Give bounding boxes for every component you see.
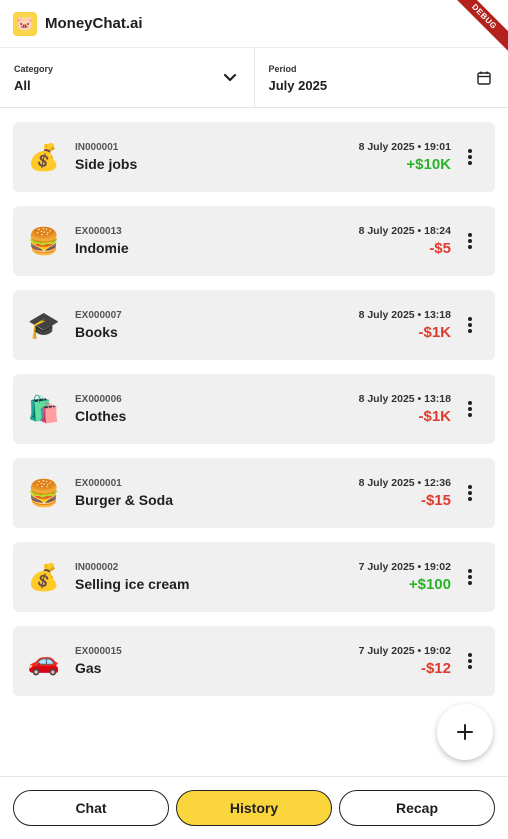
transaction-name: Burger & Soda [75, 492, 174, 508]
burger-icon: 🍔 [27, 226, 61, 256]
transaction-info: EX000006 Clothes [75, 394, 359, 424]
transaction-card[interactable]: 🎓 EX000007 Books 8 July 2025 • 13:18 -$1… [13, 290, 495, 360]
money-bag-icon: 💰 [27, 142, 61, 172]
filter-bar: Category All Period July 2025 [0, 48, 508, 108]
period-filter-label: Period [268, 64, 297, 74]
plus-icon [457, 724, 473, 740]
transaction-name: Indomie [75, 240, 129, 256]
transaction-list: 💰 IN000001 Side jobs 8 July 2025 • 19:01… [13, 122, 495, 710]
transaction-datetime: 8 July 2025 • 13:18 [358, 309, 451, 321]
more-options-icon[interactable] [461, 315, 479, 335]
category-filter[interactable]: Category All [0, 48, 254, 107]
transaction-card[interactable]: 💰 IN000001 Side jobs 8 July 2025 • 19:01… [13, 122, 495, 192]
category-filter-value: All [14, 78, 31, 93]
more-options-icon[interactable] [461, 483, 479, 503]
recap-tab-button[interactable]: Recap [339, 790, 495, 826]
transaction-info: EX000001 Burger & Soda [75, 478, 359, 508]
transaction-name: Gas [75, 660, 102, 676]
add-transaction-button[interactable] [437, 704, 493, 760]
app-logo-icon: 🐷 [13, 11, 37, 36]
transaction-code: EX000006 [75, 394, 122, 405]
transaction-card[interactable]: 💰 IN000002 Selling ice cream 7 July 2025… [13, 542, 495, 612]
app-title: MoneyChat.ai [45, 15, 143, 32]
chevron-down-icon [222, 70, 238, 86]
transaction-info: EX000015 Gas [75, 646, 359, 676]
transaction-card[interactable]: 🚗 EX000015 Gas 7 July 2025 • 19:02 -$12 [13, 626, 495, 696]
more-options-icon[interactable] [461, 147, 479, 167]
transaction-amount: -$15 [420, 492, 451, 509]
transaction-code: EX000013 [75, 226, 122, 237]
transaction-card[interactable]: 🍔 EX000001 Burger & Soda 8 July 2025 • 1… [13, 458, 495, 528]
transaction-datetime: 8 July 2025 • 12:36 [358, 477, 451, 489]
transaction-amount: +$10K [406, 156, 451, 173]
transaction-card[interactable]: 🛍️ EX000006 Clothes 8 July 2025 • 13:18 … [13, 374, 495, 444]
money-bag-icon: 💰 [27, 562, 61, 592]
period-filter[interactable]: Period July 2025 [253, 48, 508, 107]
more-options-icon[interactable] [461, 567, 479, 587]
transaction-code: EX000007 [75, 310, 122, 321]
transaction-info: IN000002 Selling ice cream [75, 562, 359, 592]
transaction-info: EX000013 Indomie [75, 226, 359, 256]
transaction-info: EX000007 Books [75, 310, 359, 340]
car-icon: 🚗 [27, 646, 61, 676]
transaction-amount: -$12 [420, 660, 451, 677]
transaction-name: Books [75, 324, 118, 340]
period-filter-value: July 2025 [268, 78, 328, 93]
more-options-icon[interactable] [461, 651, 479, 671]
transaction-amount: -$1K [418, 324, 451, 341]
history-tab-button[interactable]: History [176, 790, 332, 826]
bottom-navigation: Chat History Recap [0, 776, 508, 839]
transaction-amount: +$100 [408, 576, 451, 593]
more-options-icon[interactable] [461, 231, 479, 251]
shopping-bags-icon: 🛍️ [27, 394, 61, 424]
transaction-code: EX000001 [75, 478, 122, 489]
app-bar: 🐷 MoneyChat.ai DEBUG [0, 0, 508, 58]
graduation-cap-icon: 🎓 [27, 310, 61, 340]
transaction-name: Clothes [75, 408, 127, 424]
transaction-code: IN000001 [75, 142, 119, 153]
transaction-amount: -$5 [429, 240, 451, 257]
transaction-datetime: 8 July 2025 • 18:24 [358, 225, 451, 237]
more-options-icon[interactable] [461, 399, 479, 419]
calendar-icon [476, 70, 492, 86]
transaction-datetime: 8 July 2025 • 19:01 [358, 141, 451, 153]
burger-icon: 🍔 [27, 478, 61, 508]
transaction-datetime: 7 July 2025 • 19:02 [358, 561, 451, 573]
transaction-name: Side jobs [75, 156, 138, 172]
transaction-datetime: 8 July 2025 • 13:18 [358, 393, 451, 405]
chat-tab-button[interactable]: Chat [13, 790, 169, 826]
transaction-code: IN000002 [75, 562, 119, 573]
transaction-card[interactable]: 🍔 EX000013 Indomie 8 July 2025 • 18:24 -… [13, 206, 495, 276]
transaction-code: EX000015 [75, 646, 122, 657]
category-filter-label: Category [14, 64, 54, 74]
transaction-amount: -$1K [418, 408, 451, 425]
transaction-datetime: 7 July 2025 • 19:02 [358, 645, 451, 657]
transaction-name: Selling ice cream [75, 576, 190, 592]
transaction-info: IN000001 Side jobs [75, 142, 359, 172]
